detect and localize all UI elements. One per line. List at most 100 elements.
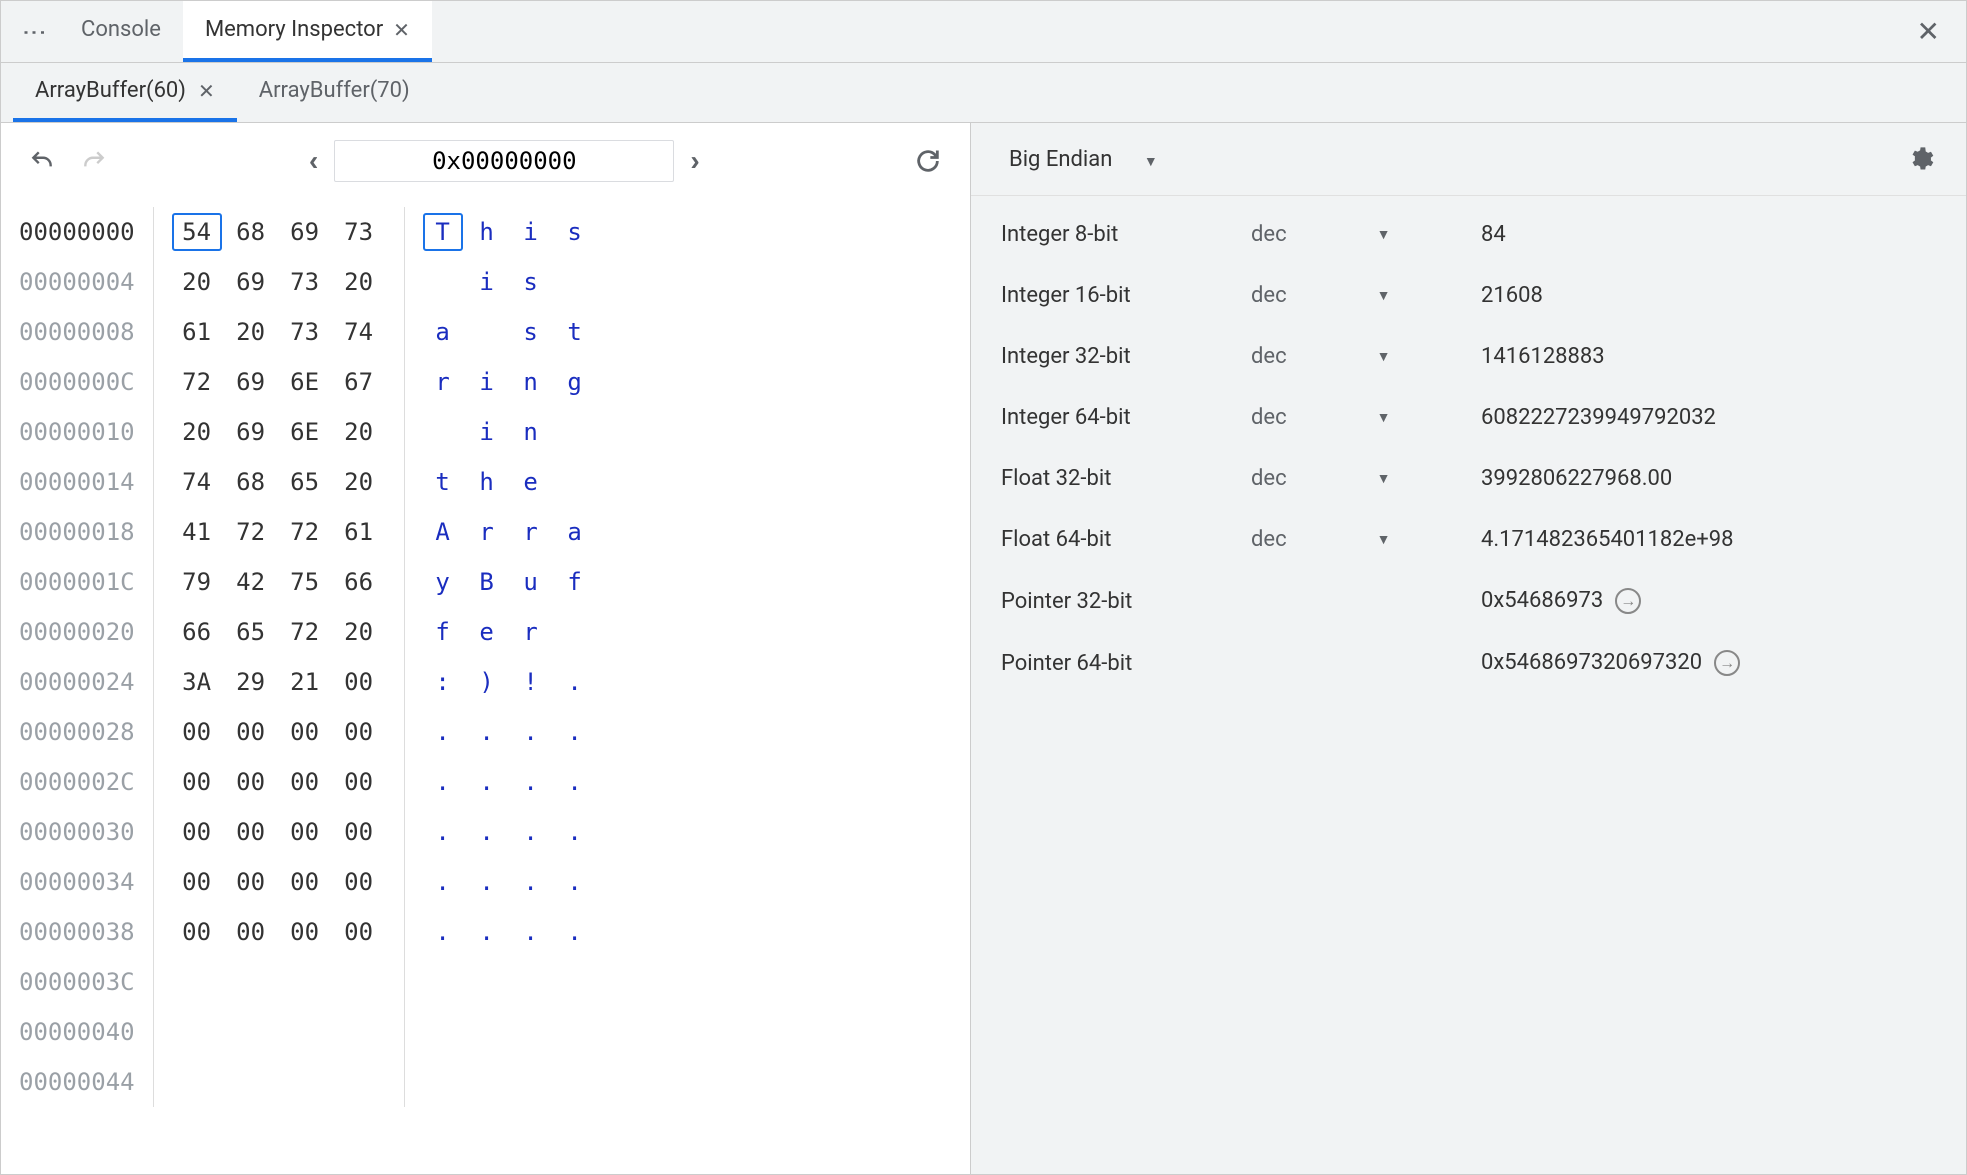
byte-cell[interactable]: 65 (224, 620, 278, 644)
page-next-button[interactable]: › (680, 139, 709, 183)
hex-view[interactable]: 0000000000000004000000080000000C00000010… (1, 199, 970, 1115)
byte-cell[interactable]: 00 (224, 820, 278, 844)
ascii-cell[interactable]: . (421, 870, 465, 894)
ascii-cell[interactable]: . (509, 720, 553, 744)
ascii-cell[interactable]: n (509, 370, 553, 394)
ascii-cell[interactable]: t (553, 320, 597, 344)
byte-cell[interactable]: 54 (172, 213, 222, 251)
byte-cell[interactable]: 74 (332, 320, 386, 344)
byte-cell[interactable]: 00 (170, 770, 224, 794)
ascii-cell[interactable]: f (553, 570, 597, 594)
ascii-cell[interactable]: r (509, 520, 553, 544)
ascii-cell[interactable]: a (421, 320, 465, 344)
byte-cell[interactable]: 73 (278, 270, 332, 294)
byte-cell[interactable]: 69 (224, 420, 278, 444)
byte-cell[interactable]: 61 (332, 520, 386, 544)
ascii-cell[interactable]: . (465, 920, 509, 944)
ascii-cell[interactable]: r (421, 370, 465, 394)
endian-select[interactable]: Big Endian ▼ (993, 141, 1170, 178)
byte-cell[interactable]: 29 (224, 670, 278, 694)
byte-cell[interactable]: 00 (224, 870, 278, 894)
ascii-cell[interactable]: e (509, 470, 553, 494)
ascii-cell[interactable]: . (509, 820, 553, 844)
ascii-cell[interactable]: g (553, 370, 597, 394)
byte-cell[interactable]: 00 (278, 720, 332, 744)
ascii-cell[interactable]: s (553, 220, 597, 244)
byte-cell[interactable]: 21 (278, 670, 332, 694)
byte-cell[interactable]: 20 (224, 320, 278, 344)
ascii-cell[interactable]: . (421, 820, 465, 844)
tab-console[interactable]: Console (59, 1, 183, 62)
byte-cell[interactable]: 73 (278, 320, 332, 344)
byte-cell[interactable]: 66 (170, 620, 224, 644)
byte-cell[interactable]: 65 (278, 470, 332, 494)
ascii-cell[interactable]: . (509, 770, 553, 794)
byte-cell[interactable]: 69 (278, 220, 332, 244)
ascii-cell[interactable]: . (553, 820, 597, 844)
byte-cell[interactable]: 66 (332, 570, 386, 594)
byte-cell[interactable]: 69 (224, 370, 278, 394)
close-icon[interactable]: ✕ (393, 18, 410, 42)
byte-cell[interactable]: 20 (170, 270, 224, 294)
settings-button[interactable] (1896, 139, 1944, 179)
byte-cell[interactable]: 00 (278, 920, 332, 944)
byte-cell[interactable]: 41 (170, 520, 224, 544)
byte-cell[interactable]: 00 (278, 770, 332, 794)
ascii-cell[interactable]: . (421, 720, 465, 744)
ascii-cell[interactable]: y (421, 570, 465, 594)
byte-cell[interactable]: 20 (332, 420, 386, 444)
interpretation-mode-select[interactable]: dec▼ (1251, 222, 1481, 247)
ascii-cell[interactable]: . (465, 870, 509, 894)
byte-cell[interactable]: 00 (332, 770, 386, 794)
ascii-cell[interactable]: r (465, 520, 509, 544)
byte-cell[interactable]: 00 (332, 720, 386, 744)
ascii-cell[interactable]: . (509, 920, 553, 944)
interpretation-mode-select[interactable]: dec▼ (1251, 466, 1481, 491)
jump-to-address-icon[interactable]: → (1615, 588, 1641, 614)
byte-cell[interactable]: 00 (278, 820, 332, 844)
byte-cell[interactable]: 00 (224, 920, 278, 944)
ascii-cell[interactable]: ! (509, 670, 553, 694)
byte-cell[interactable]: 00 (332, 870, 386, 894)
byte-cell[interactable]: 72 (278, 520, 332, 544)
ascii-cell[interactable]: : (421, 670, 465, 694)
byte-cell[interactable]: 00 (170, 720, 224, 744)
byte-cell[interactable]: 00 (332, 670, 386, 694)
byte-cell[interactable]: 20 (332, 620, 386, 644)
byte-cell[interactable]: 74 (170, 470, 224, 494)
interpretation-mode-select[interactable]: dec▼ (1251, 344, 1481, 369)
byte-cell[interactable]: 00 (224, 770, 278, 794)
history-back-button[interactable] (19, 142, 65, 180)
tab-arraybuffer-60[interactable]: ArrayBuffer(60) ✕ (13, 63, 237, 122)
ascii-cell[interactable]: i (509, 220, 553, 244)
byte-cell[interactable]: 68 (224, 470, 278, 494)
address-input[interactable] (334, 140, 674, 182)
ascii-cell[interactable]: . (553, 720, 597, 744)
byte-cell[interactable]: 61 (170, 320, 224, 344)
close-panel-button[interactable]: ✕ (1899, 7, 1958, 56)
byte-cell[interactable]: 73 (332, 220, 386, 244)
ascii-cell[interactable]: h (465, 220, 509, 244)
more-tabs-button[interactable]: ⋮ (12, 7, 57, 57)
byte-cell[interactable]: 20 (170, 420, 224, 444)
byte-cell[interactable]: 3A (170, 670, 224, 694)
interpretation-mode-select[interactable]: dec▼ (1251, 405, 1481, 430)
ascii-cell[interactable]: s (509, 270, 553, 294)
ascii-cell[interactable]: i (465, 370, 509, 394)
byte-cell[interactable]: 00 (224, 720, 278, 744)
byte-cell[interactable]: 6E (278, 370, 332, 394)
ascii-cell[interactable]: A (421, 520, 465, 544)
ascii-cell[interactable]: . (553, 920, 597, 944)
byte-cell[interactable]: 00 (170, 870, 224, 894)
ascii-cell[interactable]: r (509, 620, 553, 644)
byte-cell[interactable]: 72 (224, 520, 278, 544)
ascii-cell[interactable]: . (553, 870, 597, 894)
ascii-cell[interactable]: n (509, 420, 553, 444)
page-prev-button[interactable]: ‹ (299, 139, 328, 183)
ascii-cell[interactable]: s (509, 320, 553, 344)
ascii-cell[interactable]: . (509, 870, 553, 894)
byte-cell[interactable]: 00 (170, 820, 224, 844)
ascii-cell[interactable]: a (553, 520, 597, 544)
byte-cell[interactable]: 00 (170, 920, 224, 944)
ascii-cell[interactable]: . (421, 920, 465, 944)
